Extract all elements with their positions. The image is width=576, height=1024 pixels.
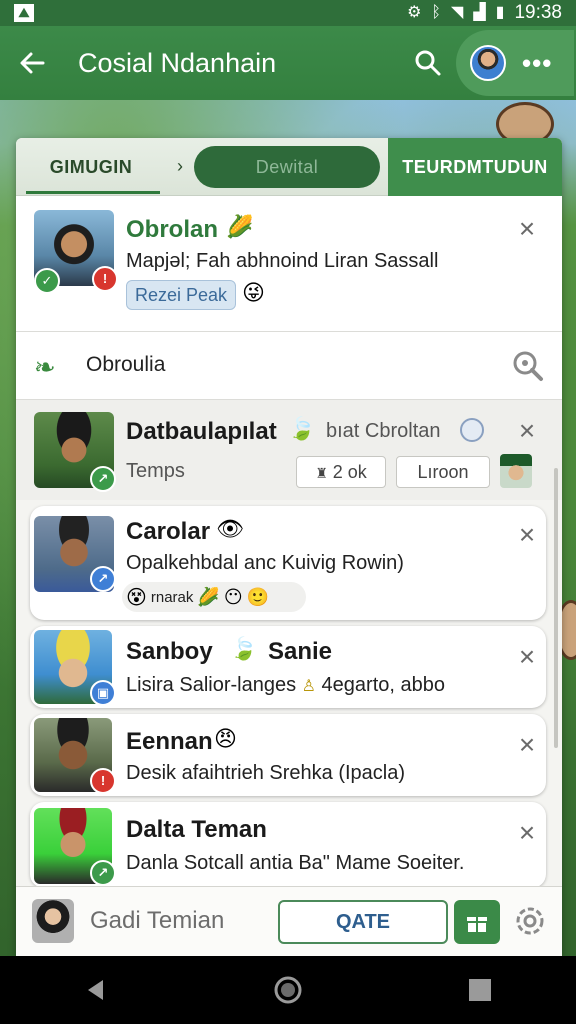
status-bar: ⛰ ⚙ ᛒ ◥ ▟ ▮ 19:38	[0, 0, 576, 26]
search-input[interactable]: Obroulia	[86, 353, 165, 377]
info-icon[interactable]	[460, 418, 484, 442]
angry-face-icon: 😠	[214, 726, 237, 751]
leaf-icon: 🍃	[230, 636, 258, 661]
chat-panel: GIMUGIN › Dewital TEURDMTUDUN ✓ ! Obrola…	[16, 138, 562, 956]
gift-button[interactable]	[454, 900, 500, 944]
user-icon: ♙	[301, 678, 316, 695]
leaf-icon: 🍃	[288, 416, 316, 441]
list-item[interactable]: ↗ Datbaulapılat 🍃 bıat Cbroltan × Temps …	[16, 400, 562, 500]
arrow-left-icon	[20, 52, 45, 74]
nav-recents-button[interactable]	[450, 960, 510, 1020]
close-icon[interactable]: ×	[512, 818, 542, 848]
close-icon[interactable]: ×	[512, 642, 542, 672]
app-bar: Cosial Ndanhain •••	[0, 26, 576, 100]
chat-name: Obrolan	[126, 216, 219, 243]
chat-subtitle: bıat Cbroltan	[326, 420, 441, 442]
featured-chat-row[interactable]: ✓ ! Obrolan 🌽 Mapjəl; Fah abhnoind Liran…	[16, 196, 562, 332]
link-badge: ↗	[90, 566, 116, 592]
bluetooth-icon: ᛒ	[431, 4, 442, 21]
chat-preview: Temps	[126, 460, 185, 482]
chat-name: Eennan	[126, 728, 213, 755]
leaf-icon: ❧	[34, 352, 56, 382]
chat-name-secondary: Sanie	[268, 638, 333, 665]
create-button[interactable]: QATE	[278, 900, 448, 944]
count-chip[interactable]: ♜ 2 ok	[296, 456, 386, 488]
avatar[interactable]	[32, 899, 74, 943]
chat-badge: ▣	[90, 680, 116, 706]
list-item[interactable]: ▣ Sanboy 🍃 Sanie × Lisira Salior-langes …	[30, 626, 546, 708]
more-options-icon[interactable]: •••	[522, 48, 552, 79]
close-icon[interactable]: ×	[512, 214, 542, 244]
list-item[interactable]: ! Eennan 😠 × Desik afaihtrieh Srehka (Ip…	[30, 714, 546, 796]
triangle-back-icon	[88, 980, 103, 1000]
corn-icon: 🌽	[226, 214, 254, 239]
app-notification-icon: ⛰	[14, 4, 34, 22]
chat-name: Sanboy	[126, 638, 213, 665]
smile-icon: 🙂	[246, 586, 269, 607]
search-icon[interactable]	[510, 348, 546, 384]
cup-icon: ♜	[315, 465, 328, 481]
verified-badge: ✓	[34, 268, 60, 294]
close-icon[interactable]: ×	[512, 520, 542, 550]
home-circle-icon	[274, 976, 302, 1004]
scrollbar[interactable]	[554, 468, 558, 748]
nav-home-button[interactable]	[258, 960, 318, 1020]
chat-preview: Opalkehbdal anc Kuivig Rowin)	[126, 552, 404, 574]
face-sticker-icon: 😜	[242, 280, 265, 305]
tab-bar: GIMUGIN › Dewital TEURDMTUDUN	[16, 138, 562, 196]
new-chat-hint[interactable]: Gadi Temian	[90, 907, 224, 935]
chat-name: Dalta Teman	[126, 816, 267, 843]
signal-icon: ▟	[473, 4, 486, 21]
search-icon	[415, 50, 441, 76]
back-button[interactable]	[0, 26, 64, 100]
gear-icon[interactable]	[512, 903, 548, 939]
chat-preview: Mapjəl; Fah abhnoind Liran Sassall	[126, 250, 439, 272]
activity-badge: ↗	[90, 466, 116, 492]
eye-icon: 👁	[216, 516, 244, 541]
activity-badge: ↗	[90, 860, 116, 886]
chat-preview: Desik afaihtrieh Srehka (Ipacla)	[126, 762, 406, 784]
search-row[interactable]: ❧ Obroulia	[16, 332, 562, 400]
action-chip[interactable]: Lıroon	[396, 456, 490, 488]
search-button[interactable]	[400, 26, 456, 100]
chat-name: Carolar	[126, 518, 211, 545]
list-item[interactable]: ↗ Dalta Teman × Danla Sotcall antia Ba" …	[30, 802, 546, 888]
chat-name: Datbaulapılat	[126, 418, 277, 445]
system-nav-bar	[0, 956, 576, 1024]
gift-icon	[467, 916, 487, 932]
wifi-icon: ◥	[451, 4, 464, 21]
battery-icon: ▮	[495, 4, 505, 21]
app-title: Cosial Ndanhain	[78, 47, 277, 78]
tab-gimugin[interactable]: GIMUGIN	[16, 138, 166, 196]
sticker-face-icon: 😵	[126, 586, 147, 609]
tag-chip[interactable]: Rezei Peak	[126, 280, 237, 310]
mini-avatar	[500, 454, 532, 488]
user-avatar[interactable]	[470, 45, 506, 81]
square-recents-icon	[469, 979, 491, 1001]
nav-back-button[interactable]	[66, 960, 126, 1020]
list-item[interactable]: ↗ Carolar 👁 × Opalkehbdal anc Kuivig Row…	[30, 506, 546, 620]
alert-badge: !	[90, 768, 116, 794]
chat-preview: Danla Sotcall antia Ba" Mame Soeiter.	[126, 852, 465, 874]
nfc-icon: ⚙	[407, 4, 422, 21]
close-icon[interactable]: ×	[512, 416, 542, 446]
alert-badge: !	[92, 266, 118, 292]
close-icon[interactable]: ×	[512, 730, 542, 760]
face-icon: 😶	[223, 586, 243, 607]
chevron-right-icon: ›	[177, 156, 183, 176]
tab-dewital[interactable]: Dewital	[194, 145, 380, 188]
profile-menu-pill[interactable]: •••	[456, 30, 574, 96]
sticker-strip: 😵 rnarak 🌽 😶 🙂	[122, 582, 306, 612]
chat-preview: Lisira Salior-langes ♙ 4egarto, abbo	[126, 674, 445, 696]
bottom-bar: Gadi Temian QATE	[16, 886, 562, 956]
clock: 19:38	[514, 2, 562, 23]
corn-icon: 🌽	[197, 586, 220, 607]
tab-teurdmtudun[interactable]: TEURDMTUDUN	[388, 138, 562, 196]
